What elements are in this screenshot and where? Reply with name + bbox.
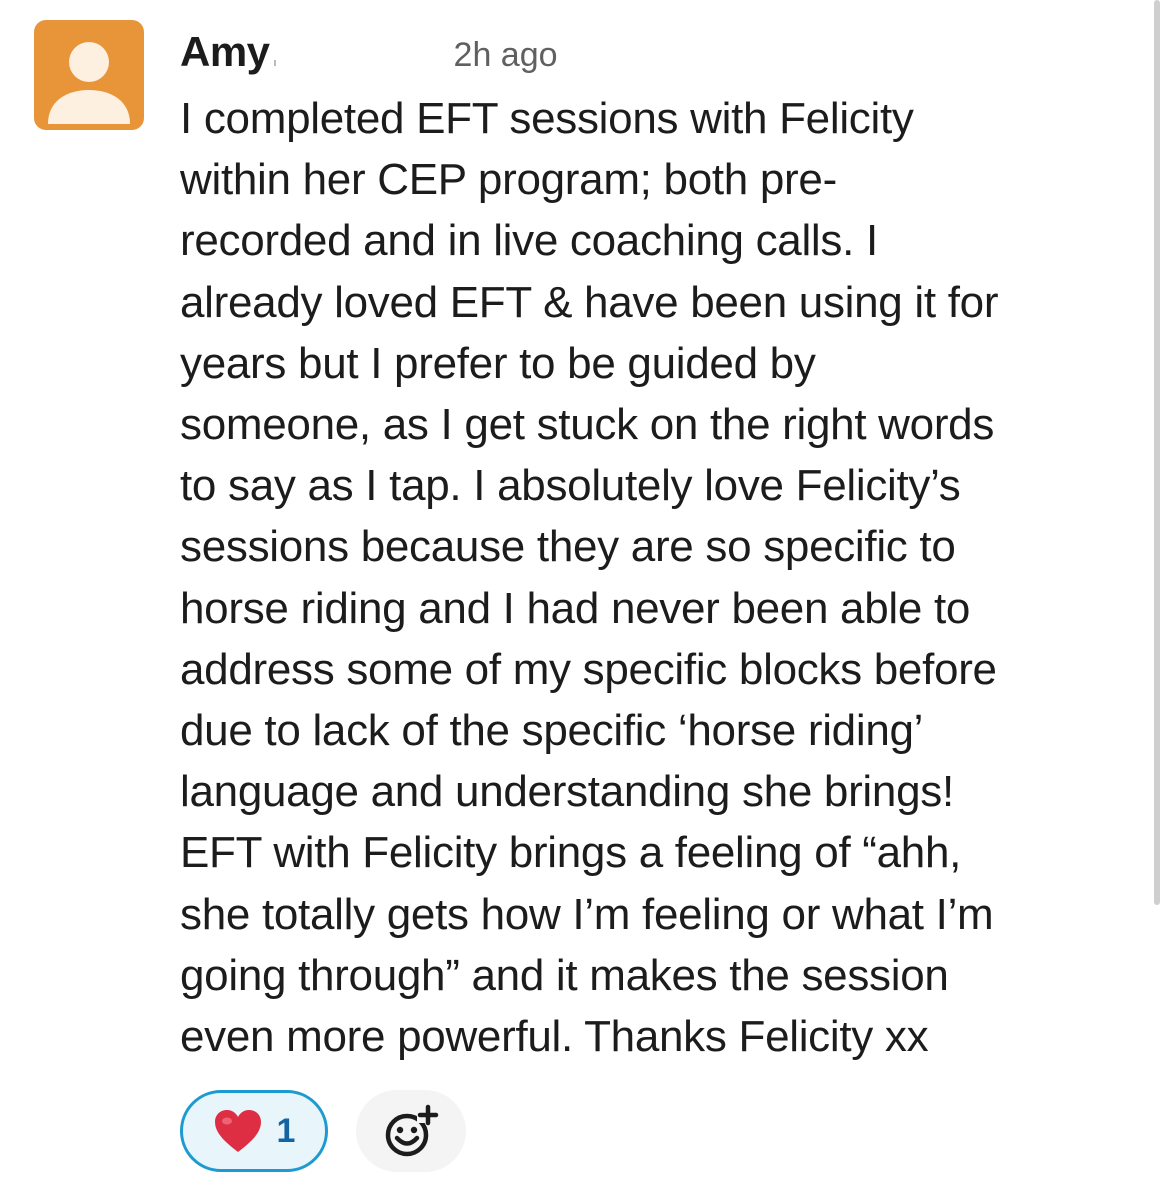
message-line: EFT with Felicity brings a feeling of “a… (180, 828, 962, 878)
message-line: to say as I tap. I absolutely love Felic… (180, 461, 961, 511)
author-name[interactable]: Amy (180, 26, 270, 78)
message-line: sessions because they are so specific to (180, 522, 956, 572)
message-line: horse riding and I had never been able t… (180, 583, 971, 633)
author-name-artifact (273, 60, 276, 66)
message-line: within her CEP program; both pre- (180, 155, 837, 205)
message-timestamp[interactable]: 2h ago (454, 29, 558, 81)
reaction-count: 1 (276, 1111, 296, 1150)
message-line: due to lack of the specific ‘horse ridin… (180, 706, 924, 756)
message-line: language and understanding she brings! (180, 767, 954, 817)
message-body: I completed EFT sessions with Felicity w… (180, 88, 1150, 1067)
message-line: going through” and it makes the session (180, 950, 949, 1000)
user-avatar[interactable] (34, 20, 144, 130)
message-line: even more powerful. Thanks Felicity xx (180, 1012, 929, 1062)
heart-reaction-button[interactable]: 1 (180, 1090, 328, 1172)
add-emoji-reaction-icon (385, 1104, 439, 1157)
scrollbar[interactable] (1154, 0, 1160, 905)
message-line: she totally gets how I’m feeling or what… (180, 889, 994, 939)
message-header: Amy 2h ago (180, 26, 558, 82)
message-line: address some of my specific blocks befor… (180, 644, 997, 694)
default-user-avatar-icon (48, 42, 130, 124)
message-line: recorded and in live coaching calls. I (180, 216, 878, 266)
reaction-bar: 1 (180, 1090, 466, 1172)
message-line: someone, as I get stuck on the right wor… (180, 400, 995, 450)
add-reaction-button[interactable] (356, 1090, 466, 1172)
message-line: I completed EFT sessions with Felicity (180, 94, 914, 143)
message-line: already loved EFT & have been using it f… (180, 277, 999, 327)
message-line: years but I prefer to be guided by (180, 338, 816, 388)
red-heart-icon (214, 1110, 261, 1152)
